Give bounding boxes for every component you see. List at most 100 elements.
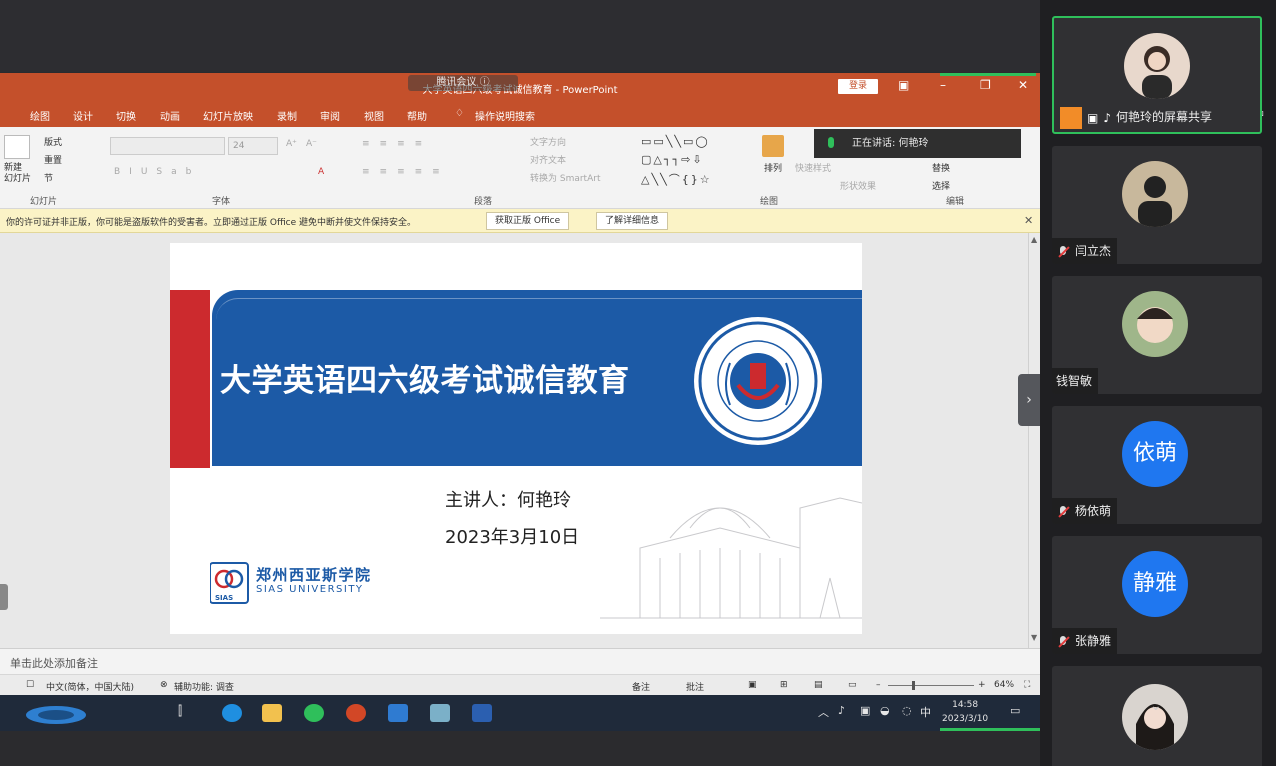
tray-mic-icon[interactable]: ♪ xyxy=(838,704,845,717)
task-view-icon[interactable]: ⫿ xyxy=(178,704,198,722)
tencent-meeting-icon[interactable] xyxy=(388,704,408,722)
tab-record[interactable]: 录制 xyxy=(277,108,297,123)
group-drawing-label: 绘图 xyxy=(760,197,779,207)
replace-button[interactable]: 替换 xyxy=(932,161,950,174)
grow-font-icon[interactable]: A⁺ xyxy=(286,139,297,149)
minimize-icon[interactable]: – xyxy=(940,78,946,92)
tab-review[interactable]: 审阅 xyxy=(320,108,340,123)
slide-sorter-icon[interactable]: ⊞ xyxy=(780,680,788,690)
participant-tile[interactable]: 依萌 张静雅杨依萌 xyxy=(1052,406,1262,524)
tab-transitions[interactable]: 切换 xyxy=(116,108,136,123)
shape-effects-button[interactable]: 形状效果 xyxy=(840,179,876,192)
speaking-text: 正在讲话: 何艳玲 xyxy=(852,138,929,149)
participant-tile[interactable]: 闫立杰 xyxy=(1052,146,1262,264)
tray-expand-icon[interactable]: ︿ xyxy=(818,704,829,720)
clock-time: 14:58 xyxy=(952,700,979,710)
layout-button[interactable]: 版式 xyxy=(44,135,62,148)
reading-view-icon[interactable]: ▤ xyxy=(814,680,823,690)
reset-button[interactable]: 重置 xyxy=(44,153,62,166)
arrange-icon[interactable] xyxy=(762,135,784,157)
taskbar-clock[interactable]: 14:58 2023/3/10 xyxy=(942,698,988,726)
zoom-slider-knob[interactable] xyxy=(912,681,915,690)
taskbar-left-area xyxy=(0,695,96,731)
shapes-gallery-row2-icon[interactable]: ▢△┐┐⇨⇩ xyxy=(641,153,704,166)
ribbon-display-icon[interactable]: ▣ xyxy=(898,78,909,92)
participant-tile[interactable]: 钱智敏 xyxy=(1052,276,1262,394)
font-color-icon[interactable]: A xyxy=(318,167,324,177)
restore-icon[interactable]: ❐ xyxy=(980,78,991,92)
shapes-gallery-icon[interactable]: ▭▭╲╲▭◯ xyxy=(641,135,710,148)
fit-slide-icon[interactable]: ⛶ xyxy=(1024,680,1030,690)
normal-view-icon[interactable]: ▣ xyxy=(748,680,757,690)
section-button[interactable]: 节 xyxy=(44,171,53,184)
spellcheck-icon[interactable]: ☐ xyxy=(26,680,34,690)
scroll-down-icon[interactable]: ▼ xyxy=(1031,633,1037,642)
zoom-in-icon[interactable]: + xyxy=(978,680,986,690)
zoom-level[interactable]: 64% xyxy=(994,680,1014,690)
select-button[interactable]: 选择 xyxy=(932,179,950,192)
close-icon[interactable]: ✕ xyxy=(1018,78,1028,92)
text-direction-button[interactable]: 文字方向 xyxy=(530,135,566,148)
scroll-up-icon[interactable]: ▲ xyxy=(1031,235,1037,244)
zoom-out-icon[interactable]: – xyxy=(876,680,881,690)
file-explorer-icon[interactable] xyxy=(262,704,282,722)
edge-icon[interactable] xyxy=(222,704,242,722)
shapes-gallery-row3-icon[interactable]: △╲╲⌒{}☆ xyxy=(641,171,712,187)
get-genuine-office-button[interactable]: 获取正版 Office xyxy=(486,212,570,230)
word-icon[interactable] xyxy=(472,704,492,722)
current-slide[interactable]: 大学英语四六级考试诚信教育 主讲人：何艳玲 2023年3月10日 SIAS 郑州… xyxy=(170,243,862,634)
tray-camera-icon[interactable]: ▣ xyxy=(860,704,870,717)
ppt-ribbon: 新建 幻灯片 版式 重置 节 幻灯片 24 A⁺ A⁻ BIUSab A 字体 … xyxy=(0,127,1040,209)
status-bar: ☐ 中文(简体，中国大陆) ⊗ 辅助功能: 调查 备注 批注 ▣ ⊞ ▤ ▭ –… xyxy=(0,674,1040,695)
notes-button[interactable]: 备注 xyxy=(632,680,650,693)
new-slide-icon[interactable] xyxy=(4,135,30,159)
smartart-button[interactable]: 转换为 SmartArt xyxy=(530,171,600,184)
comments-button[interactable]: 批注 xyxy=(686,680,704,693)
tray-wifi-icon[interactable]: ◌ xyxy=(902,704,912,717)
notice-close-icon[interactable]: ✕ xyxy=(1024,214,1033,227)
chevron-down-icon[interactable]: ⌄ xyxy=(1150,698,1174,722)
shrink-font-icon[interactable]: A⁻ xyxy=(306,139,317,149)
tab-animations[interactable]: 动画 xyxy=(160,108,180,123)
tray-language[interactable]: 中 xyxy=(920,704,931,720)
zoom-slider[interactable] xyxy=(888,685,974,686)
align-icons[interactable]: ≡≡≡≡≡ xyxy=(362,167,450,177)
font-size-dropdown[interactable]: 24 xyxy=(228,137,278,155)
tell-me-search[interactable]: 操作说明搜索 xyxy=(475,108,535,123)
tab-design[interactable]: 设计 xyxy=(73,108,93,123)
left-edge-handle[interactable] xyxy=(0,584,8,610)
tab-draw[interactable]: 绘图 xyxy=(30,108,50,123)
wechat-icon[interactable] xyxy=(304,704,324,722)
weather-widget-icon[interactable] xyxy=(0,695,96,731)
tray-network-icon[interactable]: ◒ xyxy=(880,704,890,717)
participant-tile[interactable]: 静雅 张静雅 xyxy=(1052,536,1262,654)
notes-pane[interactable]: 单击此处添加备注 xyxy=(0,648,1040,674)
notification-icon[interactable]: ▭ xyxy=(1010,704,1020,717)
language-status[interactable]: 中文(简体，中国大陆) xyxy=(46,680,134,693)
panel-toggle-button[interactable]: › xyxy=(1018,374,1040,426)
vertical-scrollbar[interactable]: ▲ ▼ xyxy=(1028,233,1040,648)
font-name-dropdown[interactable] xyxy=(110,137,225,155)
accessibility-status[interactable]: 辅助功能: 调查 xyxy=(174,680,234,693)
font-format-icons[interactable]: BIUSab xyxy=(114,167,200,177)
quick-styles-button[interactable]: 快速样式 xyxy=(795,161,831,174)
mic-muted-icon xyxy=(1056,635,1070,649)
list-icons[interactable]: ≡≡≡≡ xyxy=(362,139,432,149)
align-text-button[interactable]: 对齐文本 xyxy=(530,153,566,166)
new-slide-button[interactable]: 新建 幻灯片 xyxy=(4,163,31,185)
powerpoint-taskbar-icon[interactable] xyxy=(346,704,366,722)
slideshow-view-icon[interactable]: ▭ xyxy=(848,680,857,690)
participant-name-tag: 钱智敏 xyxy=(1052,368,1099,394)
learn-more-button[interactable]: 了解详细信息 xyxy=(596,212,669,230)
screen-share-icon: ▣ xyxy=(1087,110,1099,125)
participant-tile[interactable]: ▣ ♪ 何艳玲的屏幕共享 xyxy=(1052,16,1262,134)
mic-muted-icon xyxy=(1056,505,1070,519)
arrange-button[interactable]: 排列 xyxy=(764,161,782,174)
tab-help[interactable]: 帮助 xyxy=(407,108,427,123)
login-button[interactable]: 登录 xyxy=(838,79,878,94)
participants-panel: ▭ ▣♪何艳玲的屏幕共享 闫立杰 钱智敏 依萌 张静雅杨依萌 xyxy=(1040,0,1276,766)
tab-slideshow[interactable]: 幻灯片放映 xyxy=(203,108,253,123)
app-icon[interactable] xyxy=(430,704,450,722)
tab-view[interactable]: 视图 xyxy=(364,108,384,123)
meeting-info-pill[interactable]: 腾讯会议 ⓘ xyxy=(408,75,518,91)
